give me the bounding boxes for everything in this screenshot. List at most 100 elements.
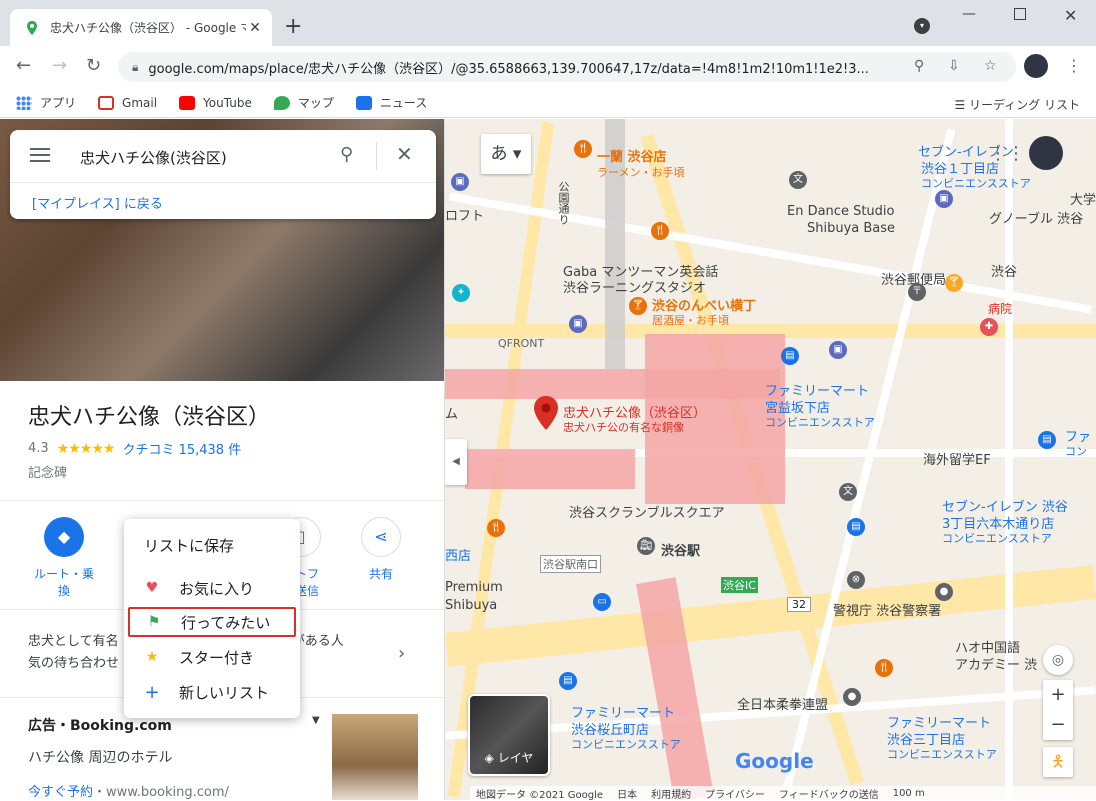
store-pin-icon[interactable]: ▤: [559, 672, 577, 690]
attraction-pin-icon[interactable]: ✦: [452, 284, 470, 302]
hospital-pin-icon[interactable]: ✚: [980, 318, 998, 336]
apps-grid-icon: [16, 95, 32, 110]
chevron-right-icon[interactable]: ›: [398, 643, 405, 664]
restaurant-pin-icon[interactable]: 🍴︎: [487, 519, 505, 537]
share-icon: ⋖: [361, 517, 401, 557]
location-pin-icon[interactable]: ⚲: [914, 58, 924, 74]
install-icon[interactable]: ⇩: [948, 58, 960, 74]
ad-url: ・www.booking.com/: [93, 785, 229, 800]
back-to-myplaces-link[interactable]: [マイプレイス] に戻る: [32, 193, 163, 212]
my-location-button[interactable]: ◎: [1043, 645, 1073, 675]
list-item-want-to-go[interactable]: ⚑ 行ってみたい: [128, 607, 296, 637]
post-office-pin-icon[interactable]: 〒: [908, 283, 926, 301]
restaurant-pin-icon[interactable]: 🍴︎: [651, 222, 669, 240]
list-item-favorites[interactable]: ♥ お気に入り: [128, 573, 296, 603]
restaurant-pin-icon[interactable]: 🍴︎: [574, 140, 592, 158]
place-marker-icon[interactable]: [533, 395, 559, 431]
shop-pin-icon[interactable]: ▣: [569, 315, 587, 333]
minimize-icon[interactable]: —: [962, 6, 976, 22]
footer-feedback[interactable]: フィードバックの送信: [779, 786, 879, 801]
reading-list[interactable]: ☰ リーディング リスト: [954, 96, 1080, 113]
tab-search-icon[interactable]: ▾: [914, 18, 930, 34]
bar-pin-icon[interactable]: 🍸︎: [945, 274, 963, 292]
street-view-pegman-icon[interactable]: 🯅︎: [1043, 747, 1073, 777]
language-button[interactable]: あ ▾: [481, 134, 531, 174]
maps-content: あ ▾ 🍴︎ 一蘭 渋谷店 ラーメン・お手頃 セブン-イレブン 渋谷１丁目店 コ…: [0, 119, 1096, 801]
map-label-loft: ロフト: [445, 209, 485, 224]
directions-button[interactable]: ◆ ルート・乗換: [29, 517, 99, 599]
map-label-haoh-b: アカデミー 渋: [955, 658, 1038, 673]
shop-pin-icon[interactable]: ▣: [451, 173, 469, 191]
bookmark-youtube[interactable]: YouTube: [179, 95, 252, 110]
rating-value: 4.3: [28, 441, 49, 456]
bookmark-label: Gmail: [122, 95, 158, 110]
bookmark-news[interactable]: ニュース: [355, 94, 427, 111]
footer-country[interactable]: 日本: [617, 786, 637, 801]
ad-book-now-link[interactable]: 今すぐ予約: [28, 785, 93, 800]
plus-icon: +: [144, 681, 160, 703]
profile-avatar[interactable]: [1024, 54, 1048, 78]
close-window-icon[interactable]: ✕: [1064, 6, 1077, 25]
store-pin-icon[interactable]: ▤: [847, 518, 865, 536]
station-pin-icon[interactable]: 🚉︎: [637, 537, 655, 555]
shop-pin-icon[interactable]: ▣: [829, 341, 847, 359]
map-canvas[interactable]: あ ▾ 🍴︎ 一蘭 渋谷店 ラーメン・お手頃 セブン-イレブン 渋谷１丁目店 コ…: [445, 119, 1096, 800]
list-item-new-list[interactable]: + 新しいリスト: [128, 677, 296, 707]
school-pin-icon[interactable]: 文: [789, 171, 807, 189]
school-pin-icon[interactable]: 文: [839, 483, 857, 501]
reviews-link[interactable]: クチコミ 15,438 件: [122, 439, 241, 458]
zoom-in-button[interactable]: +: [1043, 680, 1073, 710]
browser-tab[interactable]: 忠犬ハチ公像（渋谷区） - Google マップ ✕: [10, 9, 272, 46]
bookmark-label: アプリ: [40, 96, 77, 110]
bar-pin-icon[interactable]: 🍸︎: [629, 297, 647, 315]
footer-terms[interactable]: 利用規約: [651, 786, 691, 801]
map-label-judo: 全日本柔拳連盟: [737, 698, 829, 713]
ad-link[interactable]: 今すぐ予約・www.booking.com/: [28, 781, 229, 800]
list-item-starred[interactable]: ★ スター付き: [128, 642, 296, 672]
new-tab-button[interactable]: +: [284, 14, 302, 39]
pin-icon[interactable]: ●: [843, 688, 861, 706]
map-label-ichiran-sub: ラーメン・お手頃: [597, 166, 685, 179]
footer-privacy[interactable]: プライバシー: [705, 786, 765, 801]
bookmark-gmail[interactable]: Gmail: [98, 95, 158, 110]
map-label-shibuya: 渋谷: [991, 265, 1018, 280]
bus-stop-icon[interactable]: ▭: [593, 593, 611, 611]
layers-button[interactable]: ◈ レイヤ: [468, 694, 550, 776]
menu-icon[interactable]: [30, 148, 50, 162]
search-box[interactable]: 忠犬ハチ公像(渋谷区) ⚲ ✕: [10, 130, 436, 182]
map-label-nishi: 西店: [445, 549, 472, 564]
language-label: あ: [490, 144, 508, 164]
maximize-icon[interactable]: [1014, 8, 1026, 20]
map-label-premium-b: Shibuya: [445, 598, 498, 613]
shop-pin-icon[interactable]: ▣: [935, 190, 953, 208]
place-category[interactable]: 記念碑: [28, 462, 67, 481]
youtube-icon: [179, 95, 196, 110]
share-button[interactable]: ⋖ 共有: [346, 517, 416, 582]
ad-menu-icon[interactable]: ▼: [312, 715, 320, 726]
back-arrow-icon[interactable]: ←: [16, 55, 31, 76]
bookmark-maps[interactable]: マップ: [273, 94, 334, 111]
browser-menu-icon[interactable]: ⋮: [1066, 56, 1082, 75]
ad-hotel-image[interactable]: [332, 714, 418, 800]
forward-arrow-icon[interactable]: →: [52, 55, 67, 76]
bookmark-apps[interactable]: アプリ: [16, 94, 76, 111]
account-avatar[interactable]: [1029, 136, 1063, 170]
store-pin-icon[interactable]: ▤: [781, 347, 799, 365]
list-item-label: 新しいリスト: [179, 683, 270, 702]
clear-search-icon[interactable]: ✕: [396, 142, 413, 166]
tab-close-icon[interactable]: ✕: [246, 20, 264, 36]
pin-icon[interactable]: ●: [935, 583, 953, 601]
address-bar[interactable]: 🔒︎ google.com/maps/place/忠犬ハチ公像（渋谷区）/@35…: [118, 52, 1016, 82]
restaurant-pin-icon[interactable]: 🍴︎: [875, 659, 893, 677]
reload-icon[interactable]: ↻: [86, 55, 101, 76]
collapse-panel-button[interactable]: ◀: [445, 439, 467, 485]
store-pin-icon[interactable]: ▤: [1038, 431, 1056, 449]
zoom-out-button[interactable]: −: [1043, 710, 1073, 740]
police-pin-icon[interactable]: ⊗: [847, 571, 865, 589]
maps-icon: [273, 95, 290, 110]
apps-grid-icon[interactable]: ⋮⋮: [989, 143, 1025, 164]
search-icon[interactable]: ⚲: [340, 144, 353, 165]
bookmark-star-icon[interactable]: ☆: [984, 58, 997, 74]
map-label-seven1c: コンビニエンスストア: [921, 177, 1031, 190]
search-input[interactable]: 忠犬ハチ公像(渋谷区): [80, 147, 227, 168]
